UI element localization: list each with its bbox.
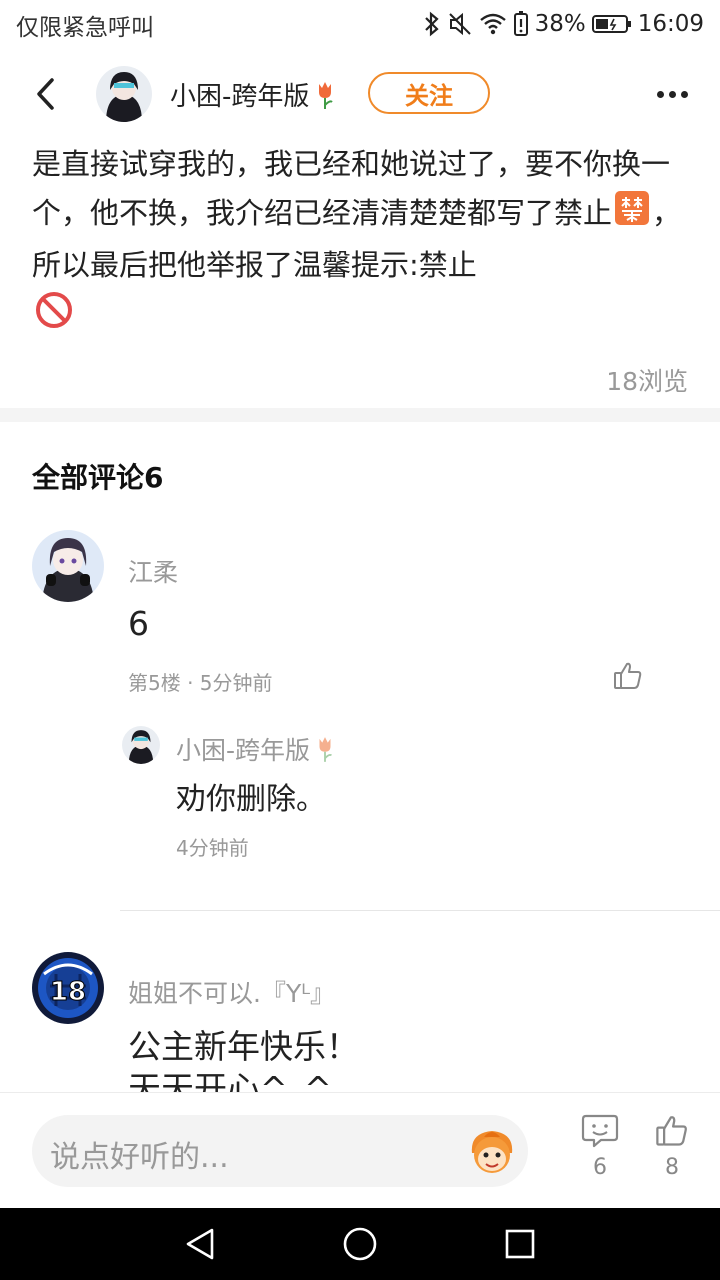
comment-divider: [120, 910, 720, 911]
thumbs-up-icon: [656, 1116, 687, 1146]
more-options-button[interactable]: [648, 74, 696, 114]
carrier-text: 仅限紧急呼叫: [16, 15, 154, 41]
nav-recents-button[interactable]: [502, 1226, 538, 1262]
tulip-icon: [319, 737, 333, 762]
battery-icon: [591, 15, 631, 33]
more-dot-icon: [668, 90, 676, 98]
commenter-avatar[interactable]: 18: [32, 952, 104, 1024]
post-header: 小困-跨年版 关注: [0, 58, 720, 128]
reply-author[interactable]: 小困-跨年版: [176, 731, 336, 767]
bluetooth-icon: [424, 11, 439, 37]
section-divider: [0, 408, 720, 422]
comment-input[interactable]: 说点好听的...: [32, 1115, 528, 1187]
triangle-back-icon: [186, 1228, 214, 1260]
svg-text:18: 18: [50, 977, 86, 1007]
author-name[interactable]: 小困-跨年版: [170, 76, 337, 113]
more-dot-icon: [680, 90, 688, 98]
post-text-part1: 是直接试穿我的，我已经和她说过了，要不你换一个，他不换，我介绍已经清清楚楚都写了…: [32, 147, 671, 230]
comments-count: 6: [593, 1155, 607, 1180]
more-dot-icon: [656, 90, 664, 98]
comment-like-button[interactable]: [608, 656, 648, 696]
comments-button[interactable]: 6: [576, 1113, 624, 1180]
nav-back-button[interactable]: [182, 1226, 218, 1262]
commenter-avatar[interactable]: [32, 530, 104, 602]
no-entry-icon: [34, 290, 74, 345]
square-recents-icon: [505, 1229, 535, 1259]
chevron-left-icon: [37, 78, 54, 110]
comment-bubble-icon: [581, 1114, 619, 1148]
wifi-icon: [479, 13, 506, 35]
reply-text: 劝你删除。: [176, 782, 326, 817]
mute-icon: [448, 12, 471, 36]
comment-text-line: 天天开心^_^: [128, 1069, 332, 1092]
view-count: 18浏览: [606, 367, 688, 396]
nav-home-button[interactable]: [342, 1226, 378, 1262]
prohibited-sign-icon: [614, 190, 650, 241]
comment-text-line: 公主新年快乐！: [128, 1027, 359, 1066]
circle-home-icon: [343, 1227, 377, 1261]
comment-text: 6: [128, 604, 149, 643]
follow-button[interactable]: 关注: [368, 72, 490, 114]
commenter-name[interactable]: 姐姐不可以.『Yᴸ』: [128, 974, 335, 1010]
emoji-button[interactable]: [464, 1123, 520, 1179]
tulip-icon: [319, 81, 334, 109]
thumbs-up-icon: [614, 662, 642, 689]
post-body: 是直接试穿我的，我已经和她说过了，要不你换一个，他不换，我介绍已经清清楚楚都写了…: [32, 140, 692, 345]
system-nav-bar: [0, 1208, 720, 1280]
author-avatar[interactable]: [96, 66, 152, 122]
status-icons: 38% 16:09: [423, 8, 704, 40]
battery-percent: 38%: [534, 11, 586, 37]
likes-count: 8: [665, 1155, 679, 1180]
clock: 16:09: [637, 11, 704, 37]
comment-text: 公主新年快乐！ 天天开心^_^: [128, 1026, 359, 1092]
status-bar: 仅限紧急呼叫 38% 16:09: [0, 0, 720, 50]
monkey-emoji-icon: [471, 1131, 513, 1173]
like-button[interactable]: 8: [648, 1113, 696, 1180]
reply-avatar[interactable]: [122, 726, 160, 764]
author-name-text: 小困-跨年版: [170, 82, 310, 112]
comments-title: 全部评论6: [32, 461, 164, 494]
reply-author-name: 小困-跨年版: [176, 736, 311, 765]
comment-meta: 第5楼 · 5分钟前: [128, 671, 273, 695]
battery-alert-icon: [513, 11, 528, 36]
back-button[interactable]: [22, 70, 70, 118]
reply-time: 4分钟前: [176, 836, 249, 860]
comment-input-placeholder: 说点好听的...: [50, 1140, 229, 1175]
comment-bar: 说点好听的... 6 8: [0, 1092, 720, 1208]
commenter-name[interactable]: 江柔: [128, 553, 178, 589]
